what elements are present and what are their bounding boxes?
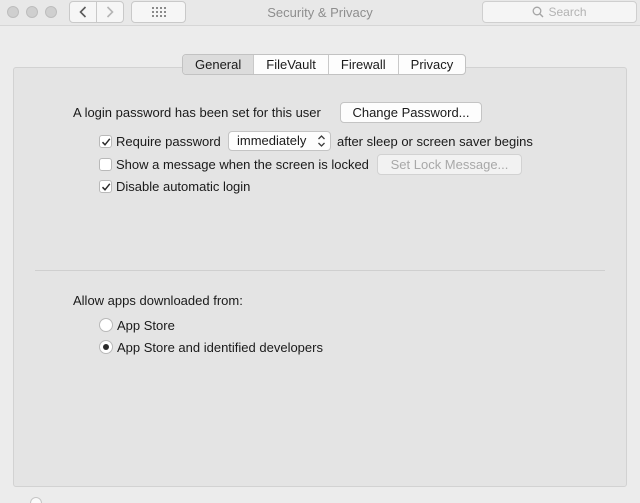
window-title: Security & Privacy [267,5,373,20]
show-all-button[interactable] [131,1,186,23]
title-bar: Security & Privacy Search [0,0,640,26]
radio-selected-dot [103,344,109,350]
chevron-left-icon [79,6,87,18]
grid-icon [151,7,166,17]
disable-auto-login-label: Disable automatic login [116,179,251,194]
checkmark-icon [101,182,110,191]
zoom-window-button[interactable] [45,6,57,18]
tab-firewall[interactable]: Firewall [327,55,398,74]
disable-auto-login-checkbox[interactable] [99,180,112,193]
general-panel [13,67,627,487]
delay-selected-value: immediately [237,133,307,148]
close-window-button[interactable] [7,6,19,18]
require-password-checkbox[interactable] [99,135,112,148]
search-field[interactable]: Search [482,1,637,23]
tab-filevault[interactable]: FileVault [253,55,328,74]
navigation-buttons [69,1,124,23]
tab-privacy[interactable]: Privacy [397,55,466,74]
show-message-label: Show a message when the screen is locked [116,157,369,172]
forward-button[interactable] [96,2,123,22]
allow-apps-heading: Allow apps downloaded from: [73,293,243,308]
section-divider [35,270,605,271]
search-placeholder: Search [548,5,587,19]
search-icon [533,6,544,18]
change-password-button[interactable]: Change Password... [340,102,482,123]
require-password-delay-select[interactable]: immediately [228,131,331,151]
tab-bar: General FileVault Firewall Privacy [182,54,467,75]
checkmark-icon [101,137,110,146]
show-message-checkbox[interactable] [99,158,112,171]
app-store-radio[interactable] [99,318,113,332]
app-store-radio-label: App Store [117,318,175,333]
back-button[interactable] [70,2,96,22]
identified-developers-radio[interactable] [99,340,113,354]
chevron-right-icon [106,6,114,18]
login-password-status: A login password has been set for this u… [73,105,321,120]
require-password-label: Require password [116,134,221,149]
set-lock-message-button[interactable]: Set Lock Message... [377,154,522,175]
identified-developers-radio-label: App Store and identified developers [117,340,323,355]
updown-chevron-icon [318,135,325,147]
help-button[interactable] [30,497,42,503]
tab-general[interactable]: General [183,55,254,74]
minimize-window-button[interactable] [26,6,38,18]
require-password-suffix: after sleep or screen saver begins [337,134,533,149]
